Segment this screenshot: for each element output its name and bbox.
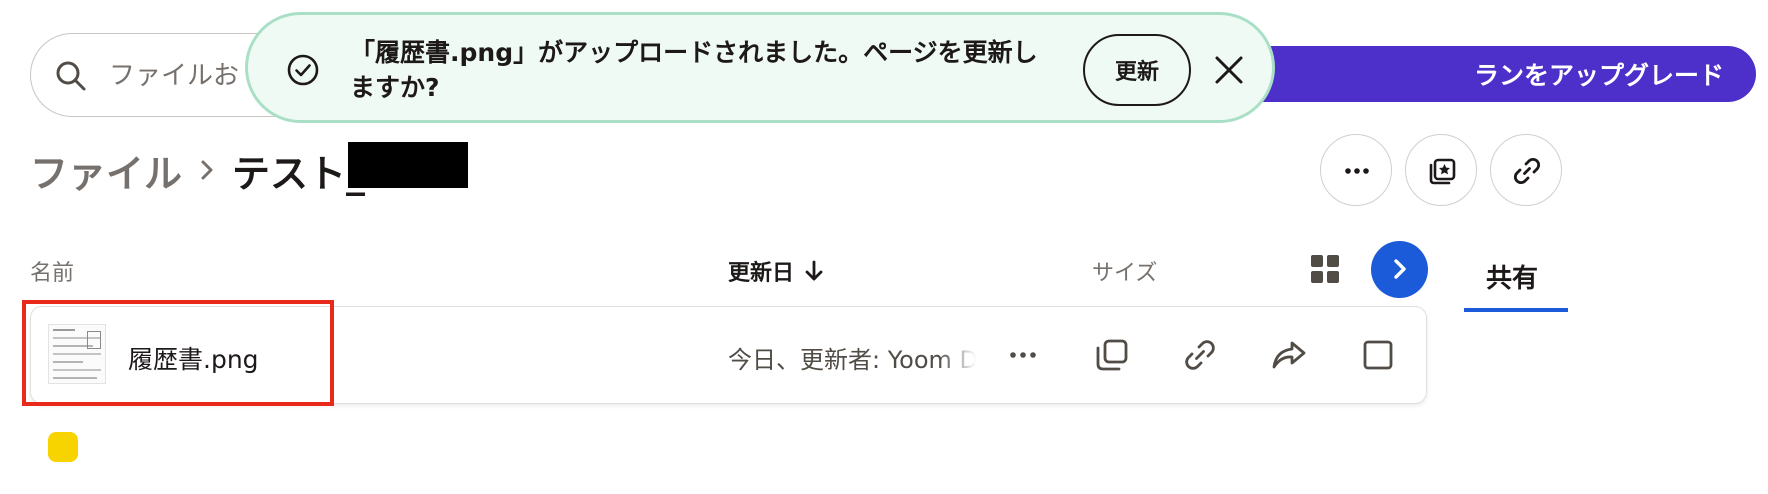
- grid-view-icon[interactable]: [1310, 254, 1340, 284]
- breadcrumb-current: テスト_: [232, 151, 366, 196]
- file-thumbnail: [48, 324, 106, 384]
- checkbox-icon[interactable]: [1359, 336, 1397, 374]
- close-icon[interactable]: [1210, 51, 1248, 89]
- column-header-size[interactable]: サイズ: [1092, 255, 1157, 287]
- redacted-block: [348, 142, 468, 188]
- upgrade-plan-button[interactable]: ランをアップグレード: [1200, 46, 1756, 102]
- copy-icon[interactable]: [1093, 336, 1131, 374]
- more-icon: [1345, 168, 1369, 174]
- column-header-name[interactable]: 名前: [30, 255, 74, 287]
- share-icon[interactable]: [1270, 336, 1308, 374]
- tab-share[interactable]: 共有: [1464, 250, 1568, 312]
- check-circle-icon: [287, 54, 319, 86]
- refresh-button[interactable]: 更新: [1083, 34, 1191, 106]
- link-icon: [1513, 157, 1541, 185]
- toast-message: 「履歴書.png」がアップロードされました。ページを更新しますか?: [350, 38, 1038, 102]
- copy-link-button[interactable]: [1490, 134, 1562, 206]
- star-folder-icon: [1429, 158, 1456, 185]
- expand-panel-button[interactable]: [1371, 241, 1428, 298]
- file-name[interactable]: 履歴書.png: [128, 340, 259, 376]
- folder-icon: [48, 432, 78, 462]
- upload-toast: 「履歴書.png」がアップロードされました。ページを更新しますか? 更新: [245, 12, 1275, 123]
- search-icon: [56, 61, 86, 91]
- arrow-down-icon: [805, 260, 823, 281]
- star-folder-button[interactable]: [1405, 134, 1477, 206]
- breadcrumb: ファイル テスト_: [30, 140, 365, 200]
- file-modified: 今日、更新者: Yoom D: [728, 346, 976, 374]
- breadcrumb-root-link[interactable]: ファイル: [30, 143, 182, 198]
- column-header-modified-label: 更新日: [728, 261, 795, 286]
- more-options-button[interactable]: [1320, 134, 1392, 206]
- more-icon[interactable]: [1004, 336, 1042, 374]
- chevron-right-icon: [1394, 259, 1406, 279]
- chevron-right-icon: [201, 160, 213, 180]
- link-icon[interactable]: [1181, 336, 1219, 374]
- column-header-modified[interactable]: 更新日: [728, 255, 826, 287]
